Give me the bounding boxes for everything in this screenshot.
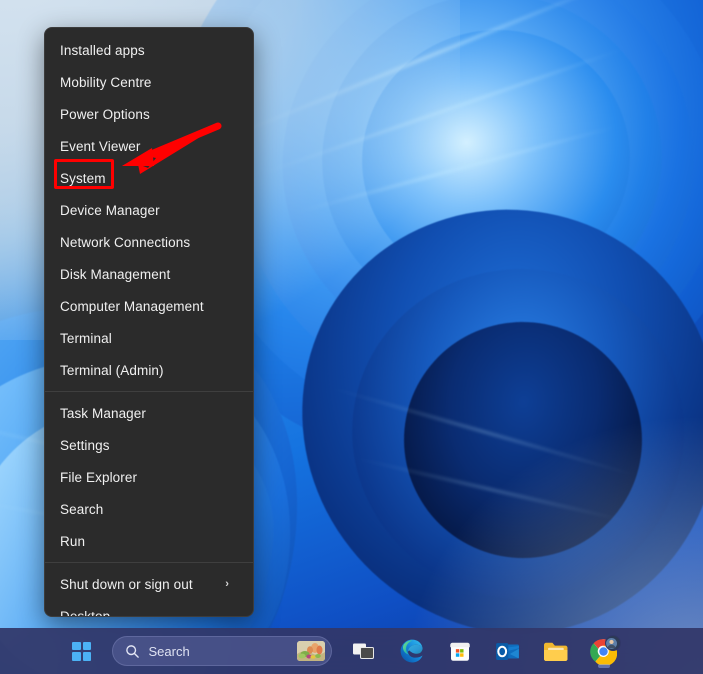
menu-separator-2 <box>45 562 253 563</box>
menu-item-label: Computer Management <box>60 298 204 314</box>
taskbar: Search <box>0 628 703 674</box>
menu-item-event-viewer[interactable]: Event Viewer <box>45 130 253 162</box>
search-icon <box>125 644 139 658</box>
menu-item-settings[interactable]: Settings <box>45 429 253 461</box>
menu-item-label: Event Viewer <box>60 138 141 154</box>
search-highlight-thumbnail[interactable] <box>296 641 325 661</box>
running-indicator <box>597 664 610 668</box>
task-view-button[interactable] <box>346 633 382 669</box>
menu-item-label: Task Manager <box>60 405 146 421</box>
menu-item-label: Terminal (Admin) <box>60 362 164 378</box>
menu-item-mobility-centre[interactable]: Mobility Centre <box>45 66 253 98</box>
store-button[interactable] <box>442 633 478 669</box>
task-view-icon <box>352 643 374 659</box>
edge-icon <box>400 639 423 663</box>
menu-item-label: Settings <box>60 437 110 453</box>
menu-item-task-manager[interactable]: Task Manager <box>45 397 253 429</box>
menu-item-power-options[interactable]: Power Options <box>45 98 253 130</box>
outlook-button[interactable] <box>490 633 526 669</box>
menu-item-file-explorer[interactable]: File Explorer <box>45 461 253 493</box>
menu-item-search[interactable]: Search <box>45 493 253 525</box>
menu-item-label: Network Connections <box>60 234 191 250</box>
menu-item-label: Mobility Centre <box>60 74 152 90</box>
store-icon <box>449 642 470 661</box>
menu-item-label: Shut down or sign out <box>60 576 193 592</box>
chrome-button[interactable] <box>586 633 622 669</box>
menu-item-installed-apps[interactable]: Installed apps <box>45 34 253 66</box>
menu-item-disk-management[interactable]: Disk Management <box>45 258 253 290</box>
folder-icon <box>544 642 568 661</box>
avatar <box>604 635 621 651</box>
menu-item-terminal[interactable]: Terminal <box>45 322 253 354</box>
menu-item-system[interactable]: System <box>45 162 253 194</box>
win-x-quick-link-menu: Installed apps Mobility Centre Power Opt… <box>44 27 254 617</box>
menu-item-device-manager[interactable]: Device Manager <box>45 194 253 226</box>
taskbar-icon-cluster: Search <box>64 633 640 669</box>
menu-item-shut-down-or-sign-out[interactable]: Shut down or sign out › <box>45 568 253 600</box>
desktop-screen: Installed apps Mobility Centre Power Opt… <box>0 0 703 674</box>
menu-item-label: Power Options <box>60 106 150 122</box>
menu-item-label: Search <box>60 501 104 517</box>
menu-item-label: Terminal <box>60 330 112 346</box>
file-explorer-button[interactable] <box>538 633 574 669</box>
menu-item-run[interactable]: Run <box>45 525 253 557</box>
search-input[interactable]: Search <box>111 636 332 666</box>
windows-logo-icon <box>72 641 91 661</box>
menu-item-network-connections[interactable]: Network Connections <box>45 226 253 258</box>
edge-button[interactable] <box>394 633 430 669</box>
menu-item-computer-management[interactable]: Computer Management <box>45 290 253 322</box>
menu-item-label: Desktop <box>60 608 111 617</box>
menu-item-desktop[interactable]: Desktop <box>45 600 253 617</box>
menu-item-label: Installed apps <box>60 42 145 58</box>
menu-item-label: File Explorer <box>60 469 138 485</box>
menu-item-label: Device Manager <box>60 202 160 218</box>
chevron-right-icon: › <box>225 578 229 590</box>
search-label: Search <box>148 643 190 659</box>
outlook-icon <box>496 642 519 660</box>
start-button[interactable] <box>64 633 100 669</box>
menu-item-label: Disk Management <box>60 266 171 282</box>
menu-separator-1 <box>45 391 253 392</box>
menu-item-label: Run <box>60 533 86 549</box>
menu-item-terminal-admin[interactable]: Terminal (Admin) <box>45 354 253 386</box>
menu-item-label: System <box>60 170 106 186</box>
